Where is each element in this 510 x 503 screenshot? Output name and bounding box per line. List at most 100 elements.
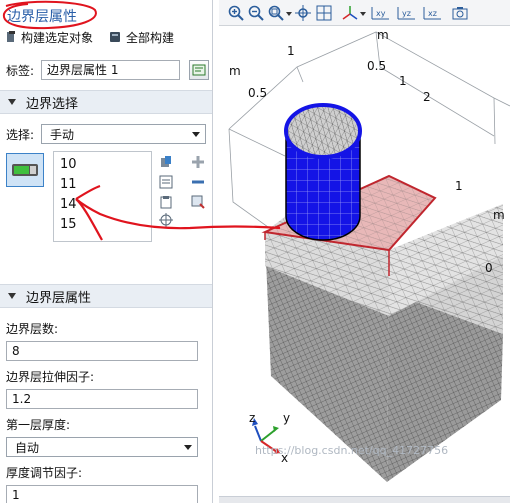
grid-button[interactable]	[315, 4, 333, 22]
axis-label-1-right: 1	[455, 179, 463, 193]
view-axis-button[interactable]	[341, 4, 359, 22]
zoom-box-button[interactable]	[267, 4, 285, 22]
zoom-extents-button[interactable]	[294, 4, 312, 22]
layer-properties-title: 边界层属性	[26, 290, 92, 306]
yz-view-button[interactable]: yz	[395, 4, 417, 22]
zoom-in-button[interactable]	[227, 4, 245, 22]
zoom-out-icon	[248, 5, 264, 21]
layer-properties-header[interactable]: 边界层属性	[0, 284, 212, 308]
num-layers-label: 边界层数:	[6, 322, 59, 336]
view-axis-icon	[342, 6, 358, 20]
copy-selection-button[interactable]	[159, 175, 173, 189]
label-input[interactable]: 边界层属性 1	[41, 60, 181, 80]
zoom-out-button[interactable]	[247, 4, 265, 22]
axis-label-1-right-top: 1	[399, 74, 407, 88]
graphics-toolbar: xy yz xz	[219, 0, 510, 26]
clear-selection-button[interactable]	[159, 195, 173, 209]
settings-panel: 边界层属性 构建选定对象 全部构建 标签: 边界层属性 1 边界选择 选择: 手…	[0, 0, 213, 503]
label-caption: 标签:	[6, 63, 35, 78]
selection-dropdown[interactable]: 手动	[41, 124, 207, 144]
build-selected-button[interactable]: 构建选定对象	[6, 29, 93, 45]
model-view[interactable]: m 0.5 1 m 0.5 1 2 1 m 0 z y x	[219, 26, 510, 503]
thickness-adjust-input[interactable]: 1	[6, 485, 198, 503]
build-all-icon	[110, 32, 121, 42]
label-row: 标签: 边界层属性 1	[6, 60, 210, 80]
watermark-text: https://blog.csdn.net/qq_41727756	[255, 444, 449, 457]
svg-text:xz: xz	[428, 9, 437, 18]
boundary-list[interactable]: 10 11 14 15	[53, 151, 152, 242]
remove-button[interactable]	[191, 175, 205, 189]
axis-label-1-top: 1	[287, 44, 295, 58]
edit-label-icon	[192, 64, 206, 76]
first-layer-thickness-dropdown[interactable]: 自动	[6, 437, 198, 457]
zoom-extents-icon	[295, 5, 311, 21]
focus-selection-button[interactable]	[159, 213, 173, 227]
selection-tools	[157, 153, 209, 228]
triad-z-label: z	[249, 411, 255, 425]
list-item[interactable]: 14	[60, 197, 77, 212]
axis-label-0: 0	[485, 261, 493, 275]
first-layer-thickness-label: 第一层厚度:	[6, 418, 71, 432]
num-layers-input[interactable]: 8	[6, 341, 198, 361]
list-item[interactable]: 10	[60, 157, 77, 172]
boundary-selection-header[interactable]: 边界选择	[0, 90, 212, 114]
add-button[interactable]	[191, 155, 205, 169]
toggle-icon	[12, 164, 38, 176]
stretch-factor-input[interactable]: 1.2	[6, 389, 198, 409]
paste-icon	[161, 156, 171, 167]
clipboard-icon	[160, 196, 172, 209]
boundary-selection-title: 边界选择	[26, 96, 79, 112]
list-item[interactable]: 11	[60, 177, 77, 192]
minus-icon	[192, 180, 204, 184]
axis-label-m-top: m	[377, 28, 389, 42]
bottom-scrollbar[interactable]	[219, 496, 510, 503]
label-edit-button[interactable]	[189, 60, 210, 80]
svg-text:yz: yz	[402, 9, 411, 18]
panel-title: 边界层属性	[7, 9, 77, 25]
collapse-icon	[8, 99, 16, 105]
build-selected-label: 构建选定对象	[21, 30, 94, 45]
axis-label-m-right: m	[493, 208, 505, 222]
grid-icon	[316, 5, 332, 21]
crosshair-icon	[159, 213, 173, 227]
axis-label-2: 2	[423, 90, 431, 104]
axis-label-0.5-left: 0.5	[248, 86, 267, 100]
xy-view-icon: xy	[371, 7, 389, 20]
selection-label: 选择:	[6, 127, 35, 142]
svg-text:xy: xy	[376, 9, 386, 18]
first-layer-thickness-value: 自动	[15, 440, 40, 455]
list-item[interactable]: 15	[60, 217, 77, 232]
yz-view-icon: yz	[397, 7, 415, 20]
stretch-factor-label: 边界层拉伸因子:	[6, 370, 95, 384]
graphics-canvas[interactable]: m 0.5 1 m 0.5 1 2 1 m 0 z y x	[219, 26, 510, 503]
chevron-down-icon[interactable]	[360, 12, 366, 16]
selection-row: 选择: 手动	[6, 124, 207, 144]
build-all-button[interactable]: 全部构建	[109, 29, 174, 45]
zoom-selection-button[interactable]	[191, 195, 205, 209]
thickness-adjust-label: 厚度调节因子:	[6, 466, 83, 480]
zoom-in-icon	[228, 5, 244, 21]
zoom-box-icon	[268, 5, 284, 21]
paste-selection-button[interactable]	[159, 155, 173, 169]
chevron-down-icon	[192, 131, 201, 137]
selection-dropdown-value: 手动	[50, 127, 75, 142]
chevron-down-icon[interactable]	[286, 12, 292, 16]
camera-icon	[452, 7, 468, 20]
xz-view-icon: xz	[423, 7, 441, 20]
panel-toolbar: 构建选定对象 全部构建	[6, 29, 174, 45]
collapse-icon	[8, 293, 16, 299]
xz-view-button[interactable]: xz	[421, 4, 443, 22]
xy-view-button[interactable]: xy	[369, 4, 391, 22]
graphics-window: xy yz xz m 0.5 1 m 0.5 1 2 1 m 0 z y x h…	[219, 0, 510, 503]
camera-button[interactable]	[451, 4, 469, 22]
zoom-selection-icon	[191, 195, 205, 209]
axis-label-0.5-top: 0.5	[367, 59, 386, 73]
build-all-label: 全部构建	[126, 30, 175, 45]
triad-y-label: y	[283, 411, 290, 425]
active-selection-toggle[interactable]	[6, 153, 44, 187]
axis-label-m-left: m	[229, 64, 241, 78]
chevron-down-icon	[184, 444, 192, 450]
build-selected-icon	[7, 31, 15, 42]
copy-icon	[159, 175, 173, 189]
plus-icon	[192, 156, 204, 168]
